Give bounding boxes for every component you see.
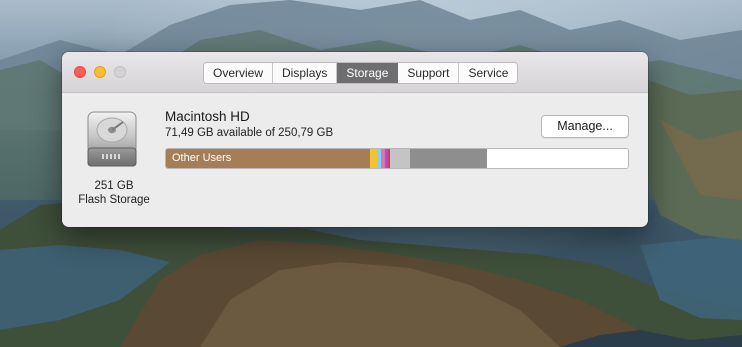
hard-drive-icon: [86, 110, 138, 168]
tab-displays[interactable]: Displays: [273, 63, 338, 83]
storage-segment: [487, 149, 628, 168]
storage-segment: [369, 149, 377, 168]
tab-support[interactable]: Support: [398, 63, 460, 83]
close-button[interactable]: [74, 66, 86, 78]
minimize-button[interactable]: [94, 66, 106, 78]
tab-service[interactable]: Service: [459, 63, 518, 83]
volume-name: Macintosh HD: [165, 109, 250, 124]
tab-overview[interactable]: Overview: [204, 63, 274, 83]
storage-segment: [410, 149, 488, 168]
tab-storage[interactable]: Storage: [337, 63, 399, 83]
disk-type-label: Flash Storage: [78, 194, 150, 206]
storage-segment-label: Other Users: [172, 152, 232, 164]
storage-segment: Other Users: [166, 149, 370, 168]
disk-size-label: 251 GB: [94, 180, 134, 192]
title-bar: Overview Displays Storage Support Servic…: [62, 52, 648, 93]
segmented-tab-control: Overview Displays Storage Support Servic…: [203, 62, 519, 84]
about-this-mac-window: Overview Displays Storage Support Servic…: [62, 52, 648, 227]
volume-available: 71,49 GB available of 250,79 GB: [165, 127, 334, 139]
manage-button[interactable]: Manage...: [541, 115, 629, 138]
storage-usage-bar: Other Users: [165, 148, 629, 169]
zoom-button[interactable]: [114, 66, 126, 78]
storage-segment: [389, 149, 411, 168]
